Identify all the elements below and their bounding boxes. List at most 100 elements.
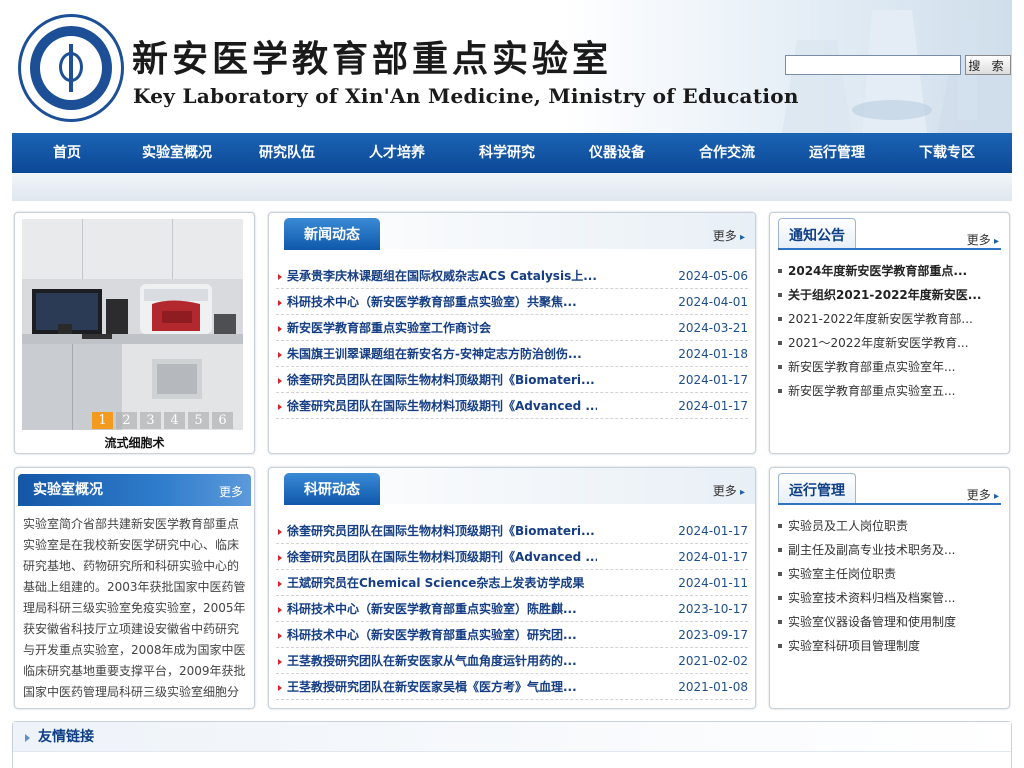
list-item[interactable]: 2024年度新安医学教育部重点... (774, 259, 1003, 283)
news-date: 2023-10-17 (678, 602, 748, 616)
nav-item-operation[interactable]: 运行管理 (782, 133, 892, 173)
image-slider: 1 2 3 4 5 6 流式细胞术 (14, 212, 255, 454)
list-item[interactable]: 徐奎研究员团队在国际生物材料顶级期刊《Biomateri... 2024-01-1… (276, 518, 748, 544)
news-date: 2024-01-11 (678, 576, 748, 590)
news-title[interactable]: 吴承贵李庆林课题组在国际权威杂志ACS Catalysis上... (287, 263, 597, 289)
slider-dot[interactable]: 6 (212, 412, 233, 429)
news-title[interactable]: 徐奎研究员团队在国际生物材料顶级期刊《Advanced ... (287, 544, 597, 570)
news-panel-header: 新闻动态 更多 (269, 213, 755, 250)
list-item[interactable]: 科研技术中心（新安医学教育部重点实验室）共聚焦... 2024-04-01 (276, 289, 748, 315)
list-item[interactable]: 实验室技术资料归档及档案管... (774, 586, 1003, 610)
overview-more-link[interactable]: 更多 (219, 483, 243, 500)
list-item[interactable]: 徐奎研究员团队在国际生物材料顶级期刊《Advanced ... 2024-01-1… (276, 544, 748, 570)
slider-dot[interactable]: 5 (188, 412, 209, 429)
list-item[interactable]: 2021～2022年度新安医学教育... (774, 331, 1003, 355)
nav-item-equipment[interactable]: 仪器设备 (562, 133, 672, 173)
operation-more-link[interactable]: 更多 (967, 486, 999, 503)
notice-list: 2024年度新安医学教育部重点... 关于组织2021-2022年度新安医...… (774, 259, 1003, 403)
main-nav: 首页 实验室概况 研究队伍 人才培养 科学研究 仪器设备 合作交流 运行管理 下… (12, 133, 1012, 173)
research-news-panel: 科研动态 更多 徐奎研究员团队在国际生物材料顶级期刊《Biomateri... 2… (268, 467, 756, 709)
list-item[interactable]: 关于组织2021-2022年度新安医... (774, 283, 1003, 307)
site-title-cn: 新安医学教育部重点实验室 (132, 38, 613, 80)
news-date: 2021-02-02 (678, 654, 748, 668)
news-title[interactable]: 科研技术中心（新安医学教育部重点实验室）陈胜麒... (287, 596, 597, 622)
news-tab[interactable]: 新闻动态 (284, 218, 380, 250)
list-item[interactable]: 新安医学教育部重点实验室年... (774, 355, 1003, 379)
news-title[interactable]: 朱国旗王训翠课题组在新安名方-安神定志方防治创伤... (287, 341, 597, 367)
divider (778, 248, 1001, 250)
friend-links-title: 友情链接 (38, 729, 94, 745)
slider-pagination: 1 2 3 4 5 6 (92, 412, 233, 429)
friend-links-header: 友情链接 (13, 722, 1011, 752)
slider-dot[interactable]: 4 (164, 412, 185, 429)
slider-image[interactable]: 1 2 3 4 5 6 (22, 219, 243, 430)
list-item[interactable]: 朱国旗王训翠课题组在新安名方-安神定志方防治创伤... 2024-01-18 (276, 341, 748, 367)
list-item[interactable]: 徐奎研究员团队在国际生物材料顶级期刊《Advanced ... 2024-01-1… (276, 393, 748, 419)
list-item[interactable]: 副主任及副高专业技术职务及... (774, 538, 1003, 562)
nav-item-research[interactable]: 科学研究 (452, 133, 562, 173)
news-title[interactable]: 徐奎研究员团队在国际生物材料顶级期刊《Biomateri... (287, 367, 597, 393)
news-title[interactable]: 王斌研究员在Chemical Science杂志上发表访学成果 (287, 570, 597, 596)
arrow-right-icon (25, 734, 30, 742)
research-news-header: 科研动态 更多 (269, 468, 755, 505)
operation-list: 实验员及工人岗位职责 副主任及副高专业技术职务及... 实验室主任岗位职责 实验… (774, 514, 1003, 658)
news-list: 吴承贵李庆林课题组在国际权威杂志ACS Catalysis上... 2024-05… (276, 263, 748, 419)
news-date: 2024-05-06 (678, 269, 748, 283)
list-item[interactable]: 徐奎研究员团队在国际生物材料顶级期刊《Biomateri... 2024-01-1… (276, 367, 748, 393)
list-item[interactable]: 实验室仪器设备管理和使用制度 (774, 610, 1003, 634)
notice-tab[interactable]: 通知公告 (778, 218, 856, 248)
slider-dot[interactable]: 2 (116, 412, 137, 429)
news-title[interactable]: 徐奎研究员团队在国际生物材料顶级期刊《Advanced ... (287, 393, 597, 419)
slider-dot[interactable]: 3 (140, 412, 161, 429)
news-date: 2024-01-17 (678, 550, 748, 564)
nav-item-home[interactable]: 首页 (12, 133, 122, 173)
site-title-en: Key Laboratory of Xin'An Medicine, Minis… (133, 84, 799, 108)
news-date: 2024-01-17 (678, 524, 748, 538)
news-title[interactable]: 新安医学教育部重点实验室工作商讨会 (287, 315, 597, 341)
search-input[interactable] (785, 55, 961, 75)
list-item[interactable]: 实验室科研项目管理制度 (774, 634, 1003, 658)
slider-caption[interactable]: 流式细胞术 (15, 434, 254, 451)
list-item[interactable]: 2021-2022年度新安医学教育部... (774, 307, 1003, 331)
news-date: 2024-01-17 (678, 373, 748, 387)
operation-tab[interactable]: 运行管理 (778, 473, 856, 503)
news-title[interactable]: 科研技术中心（新安医学教育部重点实验室）共聚焦... (287, 289, 597, 315)
nav-item-training[interactable]: 人才培养 (342, 133, 452, 173)
list-item[interactable]: 新安医学教育部重点实验室工作商讨会 2024-03-21 (276, 315, 748, 341)
list-item[interactable]: 王斌研究员在Chemical Science杂志上发表访学成果 2024-01-1… (276, 570, 748, 596)
university-emblem-icon (18, 14, 124, 122)
sub-nav-bar (12, 173, 1012, 201)
research-news-more-link[interactable]: 更多 (713, 482, 745, 499)
slider-dot[interactable]: 1 (92, 412, 113, 429)
news-title[interactable]: 王茎教授研究团队在新安医家从气血角度运针用药的... (287, 648, 597, 674)
news-date: 2024-04-01 (678, 295, 748, 309)
search-button[interactable]: 搜 索 (965, 55, 1011, 75)
divider (778, 503, 1001, 505)
overview-panel: 实验室概况 更多 实验室简介省部共建新安医学教育部重点实验室是在我校新安医学研究… (14, 467, 255, 709)
news-title[interactable]: 王茎教授研究团队在新安医家吴楫《医方考》气血理... (287, 674, 597, 700)
list-item[interactable]: 吴承贵李庆林课题组在国际权威杂志ACS Catalysis上... 2024-05… (276, 263, 748, 289)
nav-item-team[interactable]: 研究队伍 (232, 133, 342, 173)
overview-title: 实验室概况 (33, 482, 103, 498)
nav-item-overview[interactable]: 实验室概况 (122, 133, 232, 173)
news-date: 2023-09-17 (678, 628, 748, 642)
list-item[interactable]: 科研技术中心（新安医学教育部重点实验室）研究团... 2023-09-17 (276, 622, 748, 648)
overview-text: 实验室简介省部共建新安医学教育部重点实验室是在我校新安医学研究中心、临床研究基地… (23, 517, 246, 699)
nav-item-cooperation[interactable]: 合作交流 (672, 133, 782, 173)
page: 新安医学教育部重点实验室 Key Laboratory of Xin'An Me… (0, 0, 1024, 768)
news-more-link[interactable]: 更多 (713, 227, 745, 244)
operation-panel: 运行管理 更多 实验员及工人岗位职责 副主任及副高专业技术职务及... 实验室主… (769, 467, 1010, 709)
news-date: 2024-03-21 (678, 321, 748, 335)
list-item[interactable]: 科研技术中心（新安医学教育部重点实验室）陈胜麒... 2023-10-17 (276, 596, 748, 622)
research-news-tab[interactable]: 科研动态 (284, 473, 380, 505)
list-item[interactable]: 王茎教授研究团队在新安医家从气血角度运针用药的... 2021-02-02 (276, 648, 748, 674)
nav-item-download[interactable]: 下载专区 (892, 133, 1002, 173)
news-title[interactable]: 徐奎研究员团队在国际生物材料顶级期刊《Biomateri... (287, 518, 597, 544)
news-title[interactable]: 科研技术中心（新安医学教育部重点实验室）研究团... (287, 622, 597, 648)
list-item[interactable]: 新安医学教育部重点实验室五... (774, 379, 1003, 403)
list-item[interactable]: 实验室主任岗位职责 (774, 562, 1003, 586)
notice-panel: 通知公告 更多 2024年度新安医学教育部重点... 关于组织2021-2022… (769, 212, 1010, 454)
notice-more-link[interactable]: 更多 (967, 231, 999, 248)
list-item[interactable]: 王茎教授研究团队在新安医家吴楫《医方考》气血理... 2021-01-08 (276, 674, 748, 700)
list-item[interactable]: 实验员及工人岗位职责 (774, 514, 1003, 538)
